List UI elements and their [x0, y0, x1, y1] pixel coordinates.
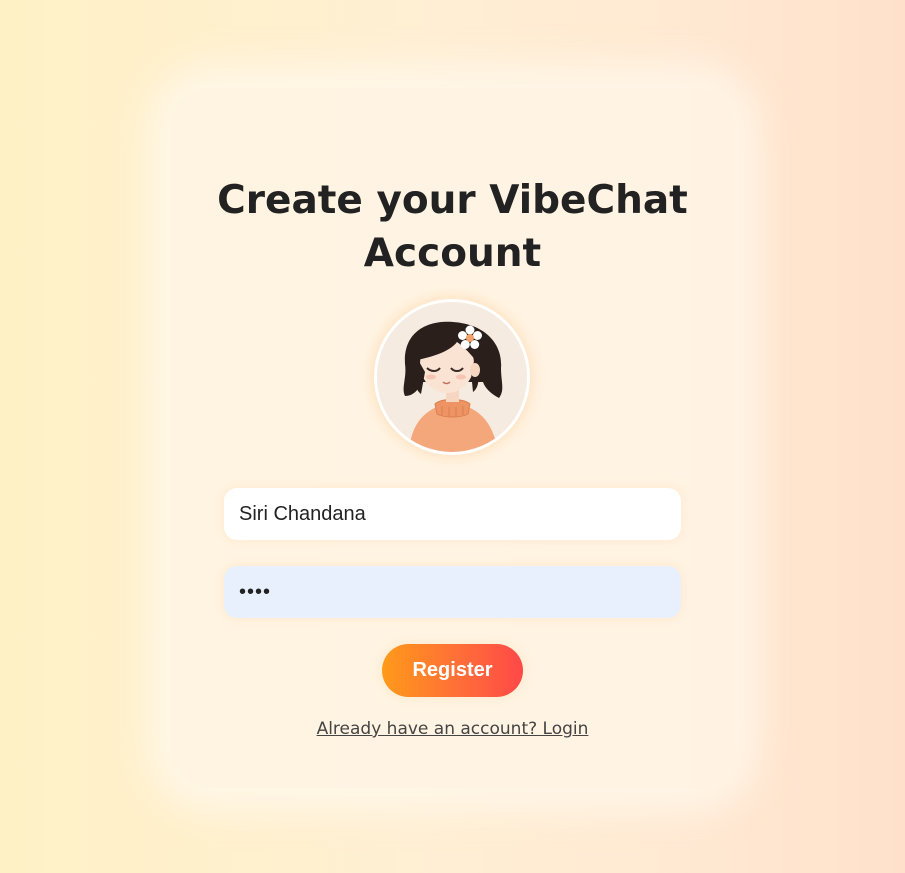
avatar	[377, 302, 527, 452]
username-input[interactable]	[224, 488, 681, 540]
register-card: Create your VibeChat Account Siri Chanda…	[170, 88, 735, 788]
page-title: Create your VibeChat Account	[217, 178, 688, 276]
password-input[interactable]	[224, 566, 681, 618]
register-button[interactable]: Register	[382, 644, 523, 697]
girl-avatar-icon	[377, 302, 527, 452]
login-link[interactable]: Already have an account? Login	[170, 719, 735, 739]
